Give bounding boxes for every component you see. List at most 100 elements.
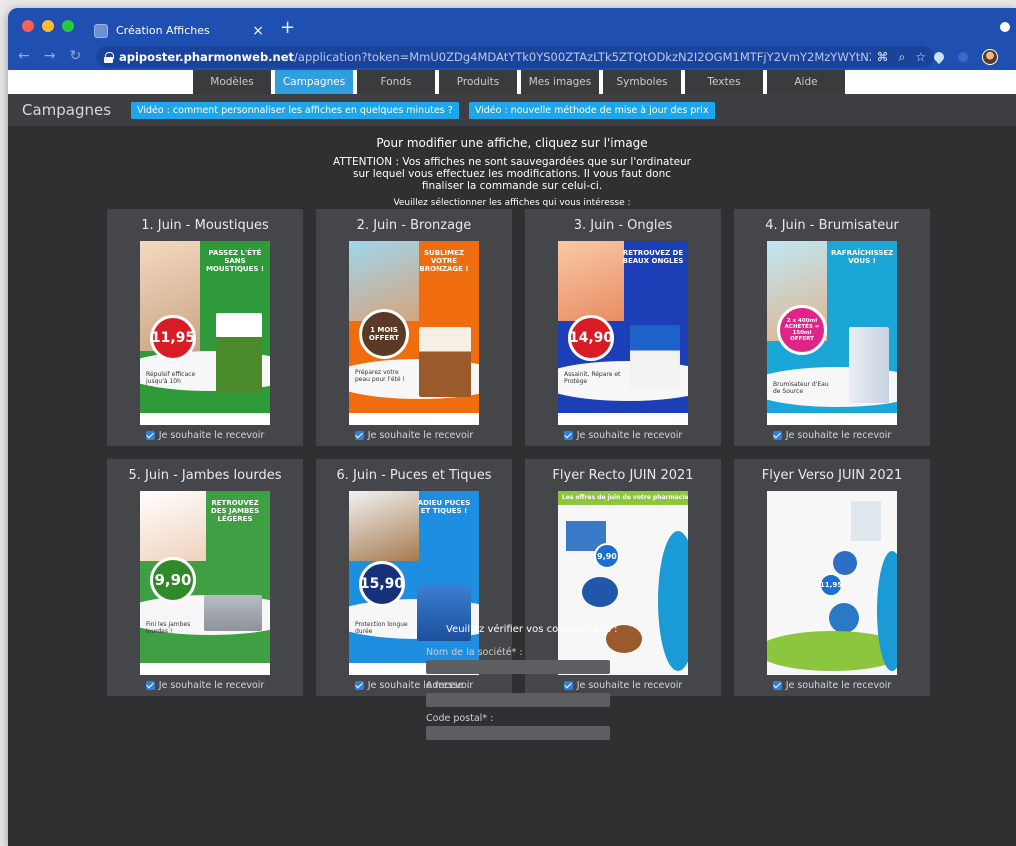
flyer-wave: [658, 531, 688, 671]
page-title: Campagnes: [22, 101, 112, 119]
poster-price: 11,95: [150, 315, 196, 361]
poster-image[interactable]: PASSEZ L'ÉTÉ SANS MOUSTIQUES ! 11,95 Rép…: [140, 241, 270, 425]
receive-checkbox[interactable]: [772, 681, 782, 690]
company-field[interactable]: [426, 660, 610, 674]
qr-code-icon[interactable]: ⌘: [877, 50, 889, 65]
minimize-window-button[interactable]: [42, 20, 54, 32]
receive-checkbox[interactable]: [354, 681, 364, 690]
receive-checkbox[interactable]: [145, 681, 155, 690]
receive-label: Je souhaite le recevoir: [785, 680, 892, 691]
app-navigation: Modèles Campagnes Fonds Produits Mes ima…: [8, 70, 1016, 94]
flyer-image[interactable]: 11,95: [767, 491, 897, 675]
poster-tagline: Assainit, Répare et Protège: [564, 371, 621, 385]
receive-checkbox[interactable]: [772, 431, 782, 440]
extension-icon[interactable]: [931, 49, 947, 65]
tab-symboles[interactable]: Symboles: [603, 70, 685, 94]
poster-title: 6. Juin - Puces et Tiques: [336, 467, 492, 483]
poster-price: 1 MOIS OFFERT: [359, 309, 409, 359]
close-tab-icon[interactable]: ×: [252, 23, 264, 39]
instruction-select: Veuillez sélectionner les affiches qui v…: [393, 198, 631, 208]
poster-headline: RETROUVEZ DE BEAUX ONGLES: [622, 249, 684, 265]
poster-card: Flyer Verso JUIN 2021 11,95 Je souhaite …: [734, 459, 930, 696]
postal-code-field[interactable]: [426, 726, 610, 740]
extension-icons: [931, 49, 998, 65]
tab-textes[interactable]: Textes: [685, 70, 767, 94]
receive-option[interactable]: Je souhaite le recevoir: [563, 425, 683, 446]
poster-footer: [140, 663, 270, 675]
product-pack: [204, 595, 262, 631]
instruction-main: Pour modifier une affiche, cliquez sur l…: [376, 136, 648, 150]
browser-toolbar: ← → ↻ apiposter.pharmonweb.net/applicati…: [8, 46, 1016, 70]
product-pack: [630, 325, 680, 389]
poster-card: 5. Juin - Jambes lourdes RETROUVEZ DES J…: [107, 459, 303, 696]
poster-grid: 1. Juin - Moustiques PASSEZ L'ÉTÉ SANS M…: [107, 209, 930, 696]
tab-campagnes[interactable]: Campagnes: [275, 70, 357, 94]
close-window-button[interactable]: [22, 20, 34, 32]
tab-modeles[interactable]: Modèles: [193, 70, 275, 94]
company-label: Nom de la société* :: [426, 647, 523, 658]
main-content: Pour modifier une affiche, cliquez sur l…: [8, 126, 1016, 846]
lock-icon[interactable]: [104, 51, 114, 63]
receive-option[interactable]: Je souhaite le recevoir: [354, 425, 473, 446]
poster-price: 9,90: [150, 557, 196, 603]
receive-checkbox[interactable]: [354, 431, 364, 440]
browser-tab[interactable]: Création Affiches ×: [84, 15, 274, 46]
address-field[interactable]: [426, 693, 610, 707]
receive-label: Je souhaite le recevoir: [576, 430, 683, 441]
poster-footer: [767, 413, 897, 425]
flyer-header: Les offres de juin de votre pharmacie: [558, 491, 688, 505]
profile-avatar[interactable]: [982, 49, 998, 65]
product-pack: [419, 327, 471, 397]
instruction-warning: ATTENTION : Vos affiches ne sont sauvega…: [332, 156, 691, 192]
tab-mes-images[interactable]: Mes images: [521, 70, 603, 94]
profile-dot-icon: [1000, 22, 1010, 32]
flyer-block: [833, 551, 857, 575]
address-bar[interactable]: apiposter.pharmonweb.net/application?tok…: [96, 46, 934, 68]
receive-option[interactable]: Je souhaite le recevoir: [772, 425, 892, 446]
poster-title: 1. Juin - Moustiques: [141, 217, 269, 233]
receive-option[interactable]: Je souhaite le recevoir: [145, 425, 264, 446]
browser-window: Création Affiches × + ← → ↻ apiposter.ph…: [8, 8, 1016, 846]
poster-image[interactable]: RETROUVEZ DE BEAUX ONGLES 14,90 Assainit…: [558, 241, 688, 425]
poster-image[interactable]: RETROUVEZ DES JAMBES LÉGÈRES 9,90 Fini l…: [140, 491, 270, 675]
poster-card: 2. Juin - Bronzage SUBLIMEZ VOTRE BRONZA…: [316, 209, 512, 446]
tab-aide[interactable]: Aide: [767, 70, 849, 94]
maximize-window-button[interactable]: [62, 20, 74, 32]
poster-price: 14,90: [568, 315, 614, 361]
poster-image[interactable]: SUBLIMEZ VOTRE BRONZAGE ! 1 MOIS OFFERT …: [349, 241, 479, 425]
zoom-icon[interactable]: ⌕: [899, 50, 906, 65]
new-tab-icon[interactable]: +: [280, 17, 295, 38]
favicon-icon: [94, 23, 108, 38]
receive-label: Je souhaite le recevoir: [785, 430, 892, 441]
pets-photo: [349, 491, 419, 561]
product-pack: [849, 327, 889, 403]
poster-image[interactable]: RAFRAÎCHISSEZ VOUS ! 2 x 400ml ACHETÉS =…: [767, 241, 897, 425]
url-text[interactable]: apiposter.pharmonweb.net/application?tok…: [119, 50, 871, 64]
window-controls: [22, 20, 74, 32]
forward-icon[interactable]: →: [44, 48, 56, 64]
poster-card: 1. Juin - Moustiques PASSEZ L'ÉTÉ SANS M…: [107, 209, 303, 446]
video-update-prices-button[interactable]: Vidéo : nouvelle méthode de mise à jour …: [468, 101, 715, 119]
poster-headline: SUBLIMEZ VOTRE BRONZAGE !: [419, 249, 469, 273]
flyer-price: 9,90: [594, 543, 620, 569]
back-icon[interactable]: ←: [18, 48, 30, 64]
reload-icon[interactable]: ↻: [69, 48, 81, 64]
extension-icon-2[interactable]: [958, 52, 968, 62]
poster-tagline: Brumisateur d'Eau de Source: [773, 381, 829, 395]
poster-title: Flyer Verso JUIN 2021: [761, 467, 903, 483]
bookmark-star-icon[interactable]: ☆: [915, 50, 926, 65]
poster-title: 4. Juin - Brumisateur: [765, 217, 899, 233]
poster-card: 4. Juin - Brumisateur RAFRAÎCHISSEZ VOUS…: [734, 209, 930, 446]
video-tutorial-button[interactable]: Vidéo : comment personnaliser les affich…: [131, 101, 459, 119]
poster-price: 15,90: [359, 561, 405, 607]
poster-footer: [349, 413, 479, 425]
receive-option[interactable]: Je souhaite le recevoir: [145, 675, 264, 696]
receive-checkbox[interactable]: [563, 431, 573, 440]
tab-produits[interactable]: Produits: [439, 70, 521, 94]
tab-fonds[interactable]: Fonds: [357, 70, 439, 94]
poster-title: Flyer Recto JUIN 2021: [552, 467, 694, 483]
poster-card: 3. Juin - Ongles RETROUVEZ DE BEAUX ONGL…: [525, 209, 721, 446]
poster-title: 5. Juin - Jambes lourdes: [128, 467, 282, 483]
receive-option[interactable]: Je souhaite le recevoir: [772, 675, 892, 696]
receive-checkbox[interactable]: [145, 431, 155, 440]
